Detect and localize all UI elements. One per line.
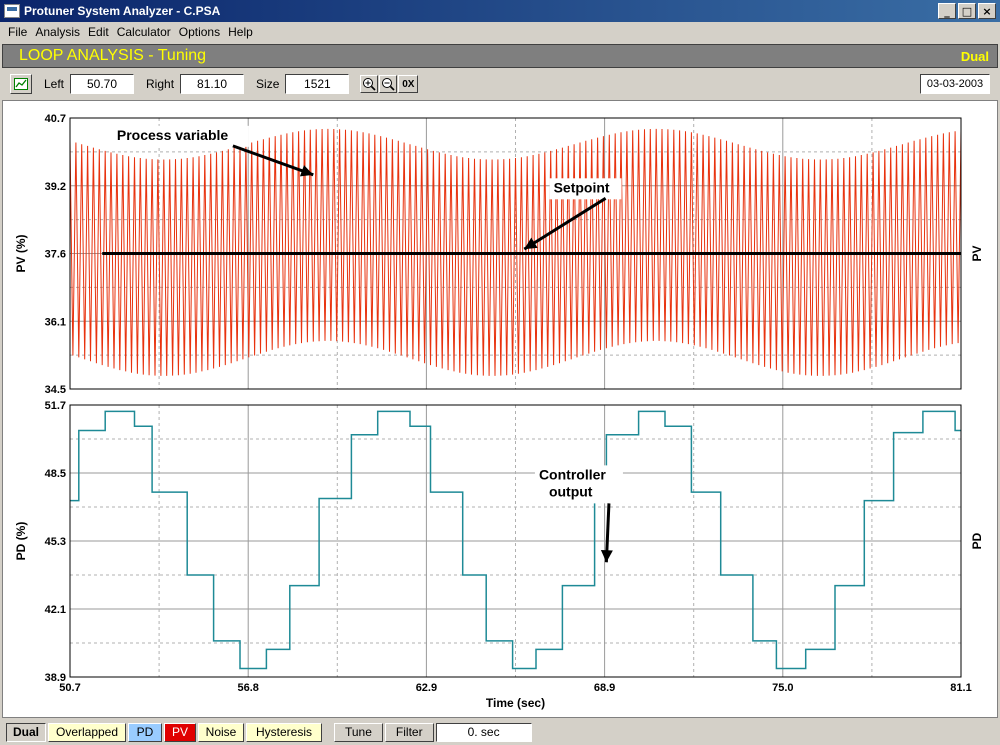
- tab-overlapped[interactable]: Overlapped: [48, 722, 126, 742]
- x-tick-label: 50.7: [59, 682, 80, 694]
- tune-button[interactable]: Tune: [334, 722, 383, 742]
- zoom-in-button[interactable]: [360, 75, 379, 93]
- annotation-arrowhead: [600, 549, 613, 563]
- menu-options[interactable]: Options: [175, 25, 224, 39]
- menu-help[interactable]: Help: [224, 25, 257, 39]
- toolbar: Left 50.70 Right 81.10 Size 1521 0X 03-0…: [2, 70, 998, 98]
- right-field[interactable]: 81.10: [180, 74, 245, 94]
- analysis-header: LOOP ANALYSIS - Tuning Dual: [2, 44, 998, 68]
- zoom-in-icon: [363, 78, 376, 91]
- x-tick-label: 81.1: [950, 682, 971, 694]
- zoom-reset-button[interactable]: 0X: [398, 75, 419, 93]
- left-field[interactable]: 50.70: [70, 74, 135, 94]
- date-display: 03-03-2003: [920, 74, 990, 94]
- filter-button[interactable]: Filter: [384, 722, 434, 742]
- menu-edit[interactable]: Edit: [84, 25, 113, 39]
- menu-analysis[interactable]: Analysis: [31, 25, 84, 39]
- annotation-label: Process variable: [117, 127, 229, 143]
- close-button[interactable]: ×: [978, 3, 996, 19]
- page-title: LOOP ANALYSIS - Tuning: [19, 47, 207, 64]
- maximize-button[interactable]: □: [958, 3, 976, 19]
- y-tick-label: 37.6: [45, 249, 66, 261]
- minimize-button[interactable]: _: [938, 3, 956, 19]
- annotation-label: Controller: [539, 466, 606, 482]
- trend-icon-graphic: [14, 78, 28, 90]
- pd-chart: 51.748.545.342.138.9PD (%) PD50.7 56.8 62.9…: [14, 400, 984, 710]
- size-field[interactable]: 1521: [285, 74, 350, 94]
- menu-calculator[interactable]: Calculator: [113, 25, 175, 39]
- annotation-label: output: [549, 483, 593, 499]
- filter-value-field[interactable]: 0. sec: [435, 722, 532, 742]
- title-bar: Protuner System Analyzer - C.PSA _ □ ×: [0, 0, 1000, 22]
- tab-pv[interactable]: PV: [164, 722, 196, 742]
- y-tick-label: 36.1: [45, 316, 66, 328]
- y-tick-label: 45.3: [45, 536, 66, 548]
- chart-area: 40.7 39.2 37.6 36.1 34.5 PV (%) PV Process vari…: [2, 100, 998, 718]
- menu-file[interactable]: File: [4, 25, 31, 39]
- trend-chart-icon[interactable]: [10, 74, 32, 94]
- y-tick-label: 39.2: [45, 181, 66, 193]
- right-axis-label: PD: [970, 532, 984, 549]
- tab-dual[interactable]: Dual: [6, 722, 46, 742]
- annotation-label: Setpoint: [554, 179, 610, 195]
- y-tick-label: 48.5: [45, 468, 66, 480]
- zoom-out-button[interactable]: [379, 75, 398, 93]
- x-tick-label: 75.0: [772, 682, 793, 694]
- tab-pd[interactable]: PD: [128, 722, 162, 742]
- y-axis-label: PD (%): [14, 522, 28, 561]
- right-axis-label: PV: [970, 245, 984, 261]
- y-tick-label: 40.7: [45, 113, 66, 125]
- x-tick-label: 62.9: [416, 682, 437, 694]
- y-axis-label: PV (%): [14, 234, 28, 272]
- y-tick-label: 42.1: [45, 604, 66, 616]
- right-label: Right: [146, 77, 175, 91]
- app-icon: [4, 4, 20, 18]
- tab-hysteresis[interactable]: Hysteresis: [246, 722, 322, 742]
- mode-indicator: Dual: [960, 48, 989, 64]
- y-tick-label: 51.7: [45, 400, 66, 412]
- window-title: Protuner System Analyzer - C.PSA: [24, 4, 221, 18]
- y-tick-label: 34.5: [45, 384, 66, 396]
- menu-bar: File Analysis Edit Calculator Options He…: [0, 22, 1000, 42]
- x-tick-label: 56.8: [237, 682, 258, 694]
- x-tick-label: 68.9: [594, 682, 615, 694]
- dual-chart-svg: 40.7 39.2 37.6 36.1 34.5 PV (%) PV Process vari…: [14, 113, 984, 710]
- annotation-arrow: [232, 144, 314, 177]
- left-label: Left: [44, 77, 65, 91]
- x-axis-label: Time (sec): [486, 696, 545, 710]
- pv-chart: 40.7 39.2 37.6 36.1 34.5 PV (%) PV Process vari…: [14, 113, 984, 396]
- bottom-bar: Dual Overlapped PD PV Noise Hysteresis T…: [0, 720, 1000, 744]
- zoom-out-icon: [382, 78, 395, 91]
- size-label: Size: [256, 77, 280, 91]
- tab-noise[interactable]: Noise: [198, 722, 244, 742]
